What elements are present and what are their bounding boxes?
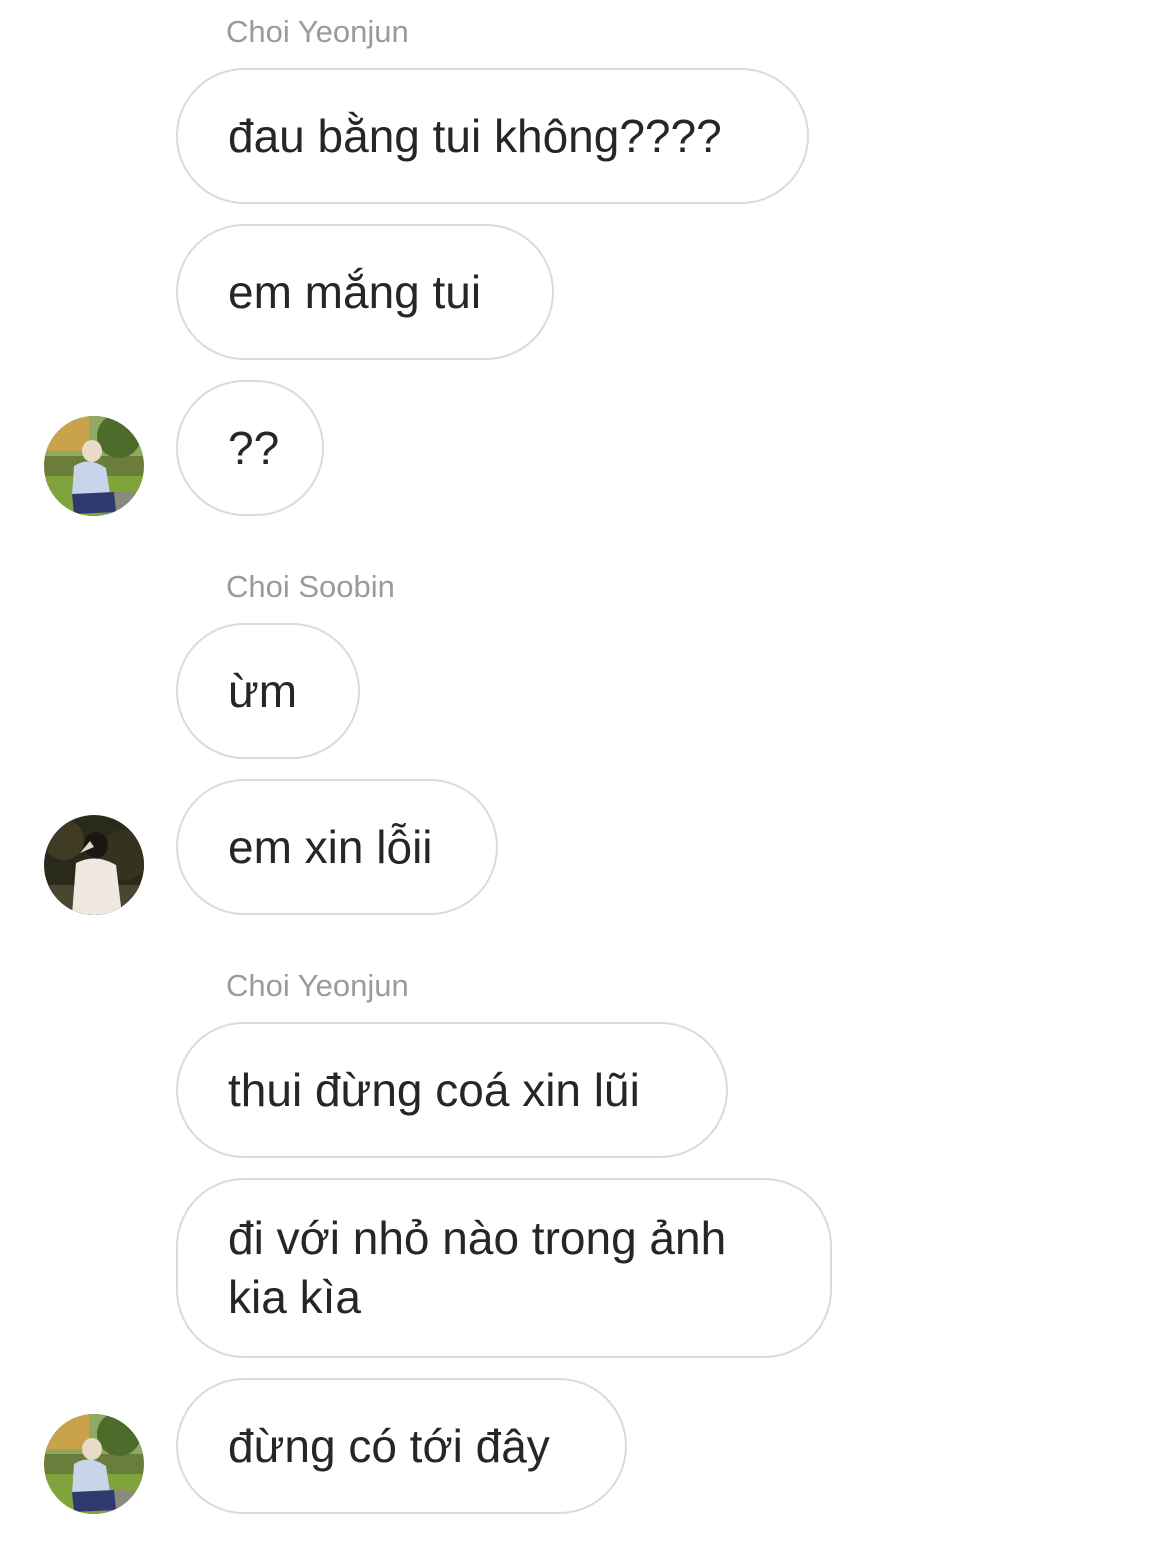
message-text: đau bằng tui không???? [228, 109, 722, 162]
message-bubble[interactable]: đau bằng tui không???? [176, 68, 809, 204]
message-bubble[interactable]: ?? [176, 380, 324, 516]
avatar[interactable] [44, 1414, 144, 1514]
avatar[interactable] [44, 815, 144, 915]
avatar-soobin-photo [44, 815, 144, 915]
message-text: kia kìa [228, 1271, 361, 1323]
sender-name: Choi Yeonjun [226, 14, 409, 49]
sender-name: Choi Yeonjun [226, 968, 409, 1003]
avatar[interactable] [44, 416, 144, 516]
message-text: đừng có tới đây [228, 1419, 550, 1472]
avatar-yeonjun-photo [44, 416, 144, 516]
message-text: ?? [228, 421, 280, 474]
message-bubble[interactable]: ừm [176, 623, 360, 759]
message-text: em mắng tui [228, 265, 482, 318]
avatar-yeonjun-photo [44, 1414, 144, 1514]
message-text: đi với nhỏ nào trong ảnh [228, 1212, 727, 1264]
sender-name: Choi Soobin [226, 569, 395, 604]
message-bubble[interactable]: đừng có tới đây [176, 1378, 627, 1514]
message-text: em xin lỗii [228, 820, 433, 873]
message-text: ừm [228, 664, 298, 717]
message-bubble[interactable]: thui đừng coá xin lũi [176, 1022, 728, 1158]
message-bubble[interactable]: em mắng tui [176, 224, 554, 360]
message-bubble[interactable]: đi với nhỏ nào trong ảnh kia kìa [176, 1178, 832, 1358]
message-text: thui đừng coá xin lũi [228, 1063, 640, 1116]
message-bubble[interactable]: em xin lỗii [176, 779, 498, 915]
